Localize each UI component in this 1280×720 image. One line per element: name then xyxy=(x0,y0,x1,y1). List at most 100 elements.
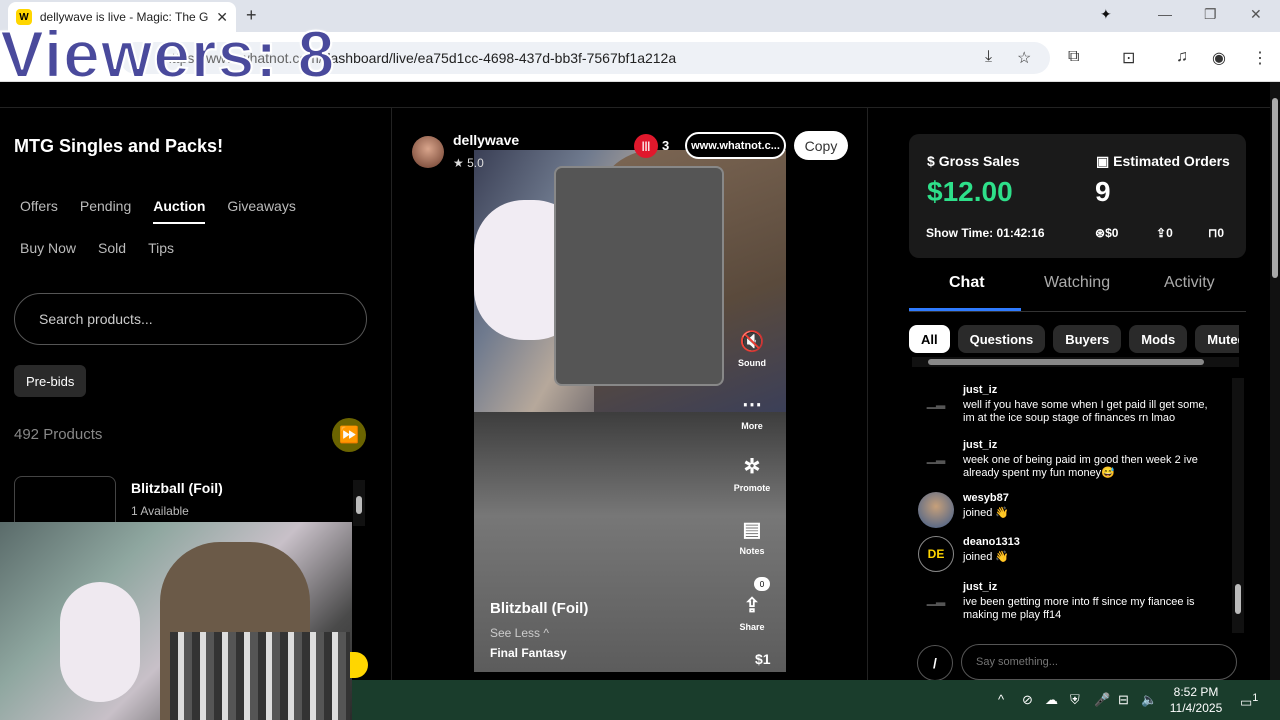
tab-buy-now[interactable]: Buy Now xyxy=(20,240,76,256)
taskbar-clock[interactable]: 8:52 PM 11/4/2025 xyxy=(1168,684,1224,716)
filter-buyers[interactable]: Buyers xyxy=(1053,325,1122,353)
live-viewer-count: 3 xyxy=(662,138,670,153)
chat-username[interactable]: just_iz xyxy=(963,439,997,451)
filter-questions[interactable]: Questions xyxy=(957,325,1046,353)
share-button[interactable]: ⇪ Share xyxy=(732,594,772,632)
notes-icon: ▤ xyxy=(742,519,762,541)
security-icon[interactable]: ⛨ xyxy=(1070,692,1080,708)
streamer-name[interactable]: dellywave xyxy=(453,132,519,148)
viewers-overlay: Viewers: 8 xyxy=(0,17,336,91)
see-less-label: See Less xyxy=(490,626,541,640)
minimize-icon[interactable]: — xyxy=(1158,6,1172,22)
tips-value: $0 xyxy=(1105,226,1119,240)
more-button[interactable]: ⋯ More xyxy=(732,393,772,431)
notes-button[interactable]: ▤ Notes xyxy=(732,518,772,556)
filter-all[interactable]: All xyxy=(909,325,950,353)
tab-tips[interactable]: Tips xyxy=(148,240,174,256)
promote-button[interactable]: ✲ Promote xyxy=(732,455,772,493)
tab-watching[interactable]: Watching xyxy=(1044,274,1110,292)
pre-bids-button[interactable]: Pre-bids xyxy=(14,365,87,397)
promote-label: Promote xyxy=(733,483,771,493)
tab-search-icon[interactable]: ⊡ xyxy=(1122,48,1135,68)
copy-button[interactable]: Copy xyxy=(794,131,848,160)
network-off-icon[interactable]: ⊘ xyxy=(1022,692,1033,708)
shares-value: 0 xyxy=(1166,226,1173,240)
chat-username[interactable]: just_iz xyxy=(963,581,997,593)
avatar[interactable]: ▁▂ xyxy=(918,384,954,420)
avatar[interactable] xyxy=(918,492,954,528)
clock-date: 11/4/2025 xyxy=(1169,701,1223,715)
url-path: dashboard/live/ea75d1cc-4698-437d-bb3f-7… xyxy=(322,50,677,66)
chat-tabs: Chat Watching Activity xyxy=(909,266,1246,312)
cloud-icon[interactable]: ☁ xyxy=(1045,692,1058,708)
volume-icon[interactable]: 🔈 xyxy=(1141,692,1157,708)
estimated-orders-label: ▣ Estimated Orders xyxy=(1096,153,1230,170)
saves-stat: ⊓0 xyxy=(1208,226,1224,240)
tab-pending[interactable]: Pending xyxy=(80,198,131,224)
menu-kebab-icon[interactable]: ⋮ xyxy=(1252,48,1268,68)
microphone-icon[interactable]: 🎤 xyxy=(1094,692,1110,708)
avatar[interactable]: ▁▂ xyxy=(918,439,954,475)
sound-button[interactable]: 🔇 Sound xyxy=(732,330,772,368)
bookmark-star-icon[interactable]: ☆ xyxy=(1017,48,1031,68)
share-count-badge: 0 xyxy=(754,577,770,591)
show-time-value: 01:42:16 xyxy=(996,226,1045,240)
product-tabs-row-1: Offers Pending Auction Giveaways xyxy=(20,198,296,224)
share-link-pill[interactable]: www.whatnot.c... xyxy=(685,132,786,159)
product-list-scrollbar[interactable] xyxy=(353,480,365,526)
install-app-icon[interactable]: ⤓ xyxy=(985,48,992,66)
notifications-icon[interactable]: ▭1 xyxy=(1240,692,1258,710)
tab-chat[interactable]: Chat xyxy=(949,274,985,292)
chat-input[interactable] xyxy=(961,644,1237,680)
active-tab-indicator xyxy=(909,308,1021,311)
show-time-label: Show Time: xyxy=(926,226,994,240)
ethernet-icon[interactable]: ⊟ xyxy=(1118,692,1129,708)
restore-icon[interactable]: ❐ xyxy=(1204,6,1217,23)
tab-offers[interactable]: Offers xyxy=(20,198,58,224)
filter-mods[interactable]: Mods xyxy=(1129,325,1188,353)
fast-forward-icon[interactable]: ⏩ xyxy=(332,418,366,452)
live-viewers-icon: ||| xyxy=(634,134,658,158)
see-less-toggle[interactable]: See Less ^ xyxy=(490,626,549,640)
more-label: More xyxy=(741,421,763,431)
chat-username[interactable]: wesyb87 xyxy=(963,492,1009,504)
muted-speaker-icon: 🔇 xyxy=(739,331,765,353)
saves-value: 0 xyxy=(1217,226,1225,240)
dollar-icon: $ xyxy=(927,153,935,169)
profile-avatar-icon[interactable]: ◉ xyxy=(1212,48,1226,68)
show-title: MTG Singles and Packs! xyxy=(14,136,224,156)
chevron-up-icon: ^ xyxy=(543,626,550,640)
slash-command-icon[interactable]: / xyxy=(917,645,953,681)
chat-text: well if you have some when I get paid il… xyxy=(963,399,1208,424)
media-control-icon[interactable]: ♫ xyxy=(1176,48,1188,66)
avatar[interactable]: ▁▂ xyxy=(918,581,954,617)
tab-activity[interactable]: Activity xyxy=(1164,274,1215,292)
streamer-avatar[interactable] xyxy=(412,136,444,168)
product-name[interactable]: Blitzball (Foil) xyxy=(131,480,223,496)
extensions-icon[interactable]: ⧉ xyxy=(1068,48,1079,66)
tab-sold[interactable]: Sold xyxy=(98,240,126,256)
page-scrollbar[interactable] xyxy=(1270,82,1280,680)
chat-filters: All Questions Buyers Mods Muted xyxy=(909,325,1239,353)
gemini-sparkle-icon[interactable]: ✦ xyxy=(1100,6,1112,23)
tips-stat: ⊛$0 xyxy=(1095,226,1118,240)
chat-text: week one of being paid im good then week… xyxy=(963,454,1198,479)
promote-icon: ✲ xyxy=(743,456,761,478)
filter-muted[interactable]: Muted xyxy=(1195,325,1239,353)
tab-giveaways[interactable]: Giveaways xyxy=(227,198,295,224)
avatar[interactable] xyxy=(412,136,444,168)
window-close-icon[interactable]: ✕ xyxy=(1250,6,1262,23)
bag-icon: ▣ xyxy=(1096,153,1110,169)
gross-sales-value: $12.00 xyxy=(927,176,1013,207)
chat-username[interactable]: just_iz xyxy=(963,384,997,396)
chat-username[interactable]: deano1313 xyxy=(963,536,1020,548)
avatar[interactable]: DE xyxy=(918,536,954,572)
tab-auction[interactable]: Auction xyxy=(153,198,206,224)
chat-scrollbar[interactable] xyxy=(1232,378,1244,633)
product-tabs-row-2: Buy Now Sold Tips xyxy=(20,240,174,256)
estimated-orders-value: 9 xyxy=(1095,176,1111,207)
chat-text: joined 👋 xyxy=(963,507,1010,519)
search-products-input[interactable]: Search products... xyxy=(14,293,367,345)
filters-scrollbar[interactable] xyxy=(912,357,1239,367)
chevron-up-icon[interactable]: ^ xyxy=(998,692,1004,707)
